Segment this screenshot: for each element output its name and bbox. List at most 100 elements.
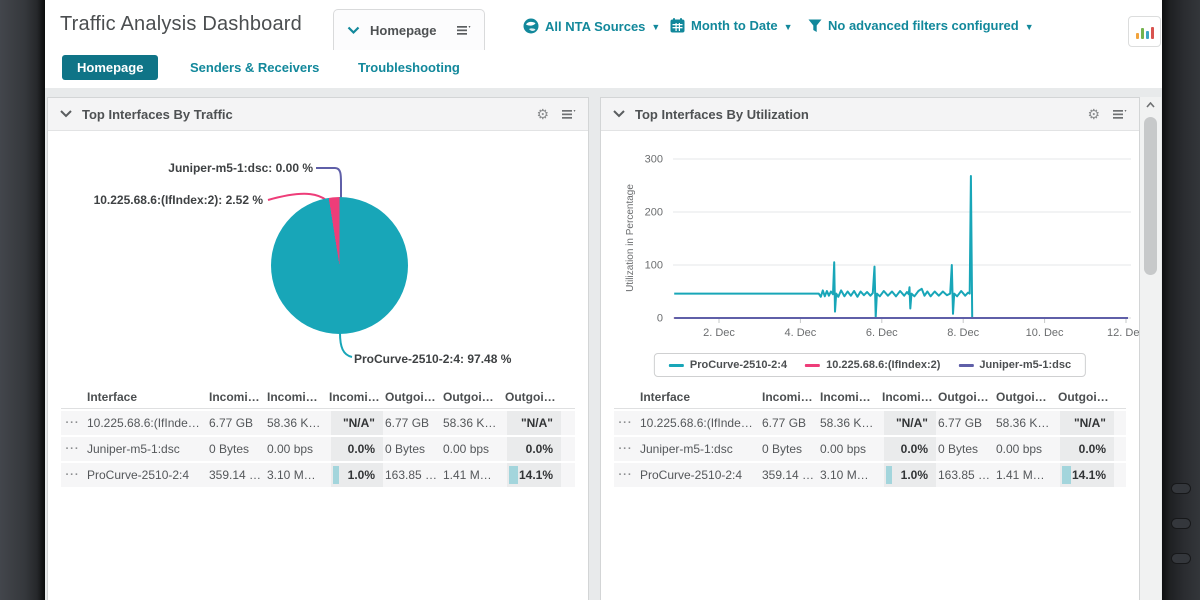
value-cell: 3.10 M… xyxy=(267,468,329,482)
scrollbar-up-arrow[interactable] xyxy=(1140,97,1161,113)
value-cell: 0 Bytes xyxy=(385,442,443,456)
vertical-scrollbar[interactable] xyxy=(1140,97,1161,600)
percent-cell: 1.0% xyxy=(331,463,383,487)
svg-text:12. Dec: 12. Dec xyxy=(1107,327,1139,339)
value-cell: 1.41 M… xyxy=(996,468,1058,482)
value-cell: 359.14 … xyxy=(209,468,267,482)
svg-text:300: 300 xyxy=(645,154,663,166)
filter-funnel-icon xyxy=(808,19,822,33)
advanced-filters-dropdown[interactable]: No advanced filters configured ▼ xyxy=(808,18,1034,33)
table-header-cell: Incomi… xyxy=(209,390,267,404)
table-header-cell: Incomi… xyxy=(762,390,820,404)
list-menu-icon[interactable] xyxy=(562,108,576,120)
time-period-dropdown[interactable]: Month to Date ▼ xyxy=(670,18,793,33)
app-screen: Traffic Analysis Dashboard Homepage All … xyxy=(45,0,1162,600)
gear-icon[interactable]: ⚙ xyxy=(1087,107,1100,121)
row-menu-icon[interactable]: ··· xyxy=(614,469,640,481)
tab-senders-receivers[interactable]: Senders & Receivers xyxy=(190,55,319,80)
bezel-button xyxy=(1171,553,1191,564)
interface-name-cell: 10.225.68.6:(IfInde… xyxy=(640,416,762,430)
value-cell: 0 Bytes xyxy=(209,442,267,456)
svg-text:0: 0 xyxy=(657,313,663,325)
percent-cell: "N/A" xyxy=(331,411,383,435)
value-cell: 58.36 K… xyxy=(996,416,1058,430)
legend-label: 10.225.68.6:(IfIndex:2) xyxy=(826,359,940,371)
nta-sources-dropdown[interactable]: All NTA Sources ▼ xyxy=(523,18,660,34)
table-header-cell: Incomi… xyxy=(329,390,385,404)
legend-item[interactable]: Juniper-m5-1:dsc xyxy=(958,359,1071,371)
table-header-cell: Incomi… xyxy=(267,390,329,404)
bezel-button xyxy=(1171,518,1191,529)
value-cell: 0.00 bps xyxy=(443,442,505,456)
percent-bar xyxy=(333,466,339,484)
value-cell: 163.85 … xyxy=(938,468,996,482)
calendar-icon xyxy=(670,18,685,33)
table-header-cell: Interface xyxy=(640,390,762,404)
legend-label: ProCurve-2510-2:4 xyxy=(690,359,787,371)
view-tab-label: Homepage xyxy=(370,23,447,38)
panel-top-interfaces-by-traffic: Top Interfaces By Traffic ⚙ xyxy=(47,97,589,600)
utilization-line-chart: Utilization in Percentage01002003002. De… xyxy=(601,131,1139,351)
percent-cell: 1.0% xyxy=(884,463,936,487)
table-row: ···Juniper-m5-1:dsc0 Bytes0.00 bps0.0%0 … xyxy=(61,437,575,461)
table-row: ···ProCurve-2510-2:4359.14 …3.10 M…1.0%1… xyxy=(61,463,575,487)
page-title: Traffic Analysis Dashboard xyxy=(60,13,302,36)
table-header-cell: Outgoi… xyxy=(505,390,563,404)
table-header-cell: Incomi… xyxy=(882,390,938,404)
row-menu-icon[interactable]: ··· xyxy=(614,417,640,429)
row-menu-icon[interactable]: ··· xyxy=(61,443,87,455)
chart-legend: ProCurve-2510-2:4 10.225.68.6:(IfIndex:2)… xyxy=(654,353,1086,377)
panel-header: Top Interfaces By Traffic ⚙ xyxy=(48,98,588,131)
caret-down-icon: ▼ xyxy=(651,22,660,32)
tab-troubleshooting[interactable]: Troubleshooting xyxy=(358,55,460,80)
line-chart-area: Utilization in Percentage01002003002. De… xyxy=(601,131,1139,385)
value-cell: 3.10 M… xyxy=(820,468,882,482)
value-cell: 163.85 … xyxy=(385,468,443,482)
pie-label-ip: 10.225.68.6:(IfIndex:2): 2.52 % xyxy=(58,193,263,207)
legend-swatch xyxy=(669,364,684,367)
chart-widget-button[interactable] xyxy=(1128,16,1161,47)
panel-top-interfaces-by-utilization: Top Interfaces By Utilization ⚙ Utilizat… xyxy=(600,97,1140,600)
collapse-chevron-icon[interactable] xyxy=(60,110,72,118)
time-period-label: Month to Date xyxy=(691,18,778,33)
pie-label-procurve: ProCurve-2510-2:4: 97.48 % xyxy=(354,352,511,366)
percent-cell: 14.1% xyxy=(507,463,561,487)
value-cell: 1.41 M… xyxy=(443,468,505,482)
legend-label: Juniper-m5-1:dsc xyxy=(979,359,1071,371)
row-menu-icon[interactable]: ··· xyxy=(61,417,87,429)
advanced-filters-label: No advanced filters configured xyxy=(828,18,1019,33)
row-menu-icon[interactable]: ··· xyxy=(614,443,640,455)
view-tab-homepage[interactable]: Homepage xyxy=(333,9,485,50)
scrollbar-thumb[interactable] xyxy=(1144,117,1157,275)
value-cell: 58.36 K… xyxy=(443,416,505,430)
percent-cell: 0.0% xyxy=(331,437,383,461)
legend-item[interactable]: 10.225.68.6:(IfIndex:2) xyxy=(805,359,940,371)
traffic-pie-chart[interactable] xyxy=(271,197,408,334)
panel-title: Top Interfaces By Utilization xyxy=(635,107,809,122)
gear-icon[interactable]: ⚙ xyxy=(536,107,549,121)
percent-cell: 0.0% xyxy=(507,437,561,461)
table-header-row: InterfaceIncomi…Incomi…Incomi…Outgoi…Out… xyxy=(614,385,1126,409)
svg-text:200: 200 xyxy=(645,207,663,219)
pie-chart-area: Juniper-m5-1:dsc: 0.00 % 10.225.68.6:(If… xyxy=(48,131,588,385)
collapse-chevron-icon[interactable] xyxy=(613,110,625,118)
svg-text:100: 100 xyxy=(645,260,663,272)
list-menu-icon[interactable] xyxy=(1113,108,1127,120)
tab-homepage[interactable]: Homepage xyxy=(62,55,158,80)
table-row: ···Juniper-m5-1:dsc0 Bytes0.00 bps0.0%0 … xyxy=(614,437,1126,461)
list-menu-icon[interactable] xyxy=(457,24,471,36)
nta-sources-label: All NTA Sources xyxy=(545,19,645,34)
caret-down-icon: ▼ xyxy=(784,22,793,32)
table-row: ···10.225.68.6:(IfInde…6.77 GB58.36 K…"N… xyxy=(614,411,1126,435)
row-menu-icon[interactable]: ··· xyxy=(61,469,87,481)
percent-cell: 14.1% xyxy=(1060,463,1114,487)
legend-item[interactable]: ProCurve-2510-2:4 xyxy=(669,359,787,371)
value-cell: 6.77 GB xyxy=(938,416,996,430)
bezel-left xyxy=(0,0,45,600)
interface-name-cell: ProCurve-2510-2:4 xyxy=(87,468,209,482)
mini-bar-chart-icon xyxy=(1136,33,1139,39)
interface-name-cell: Juniper-m5-1:dsc xyxy=(640,442,762,456)
value-cell: 0.00 bps xyxy=(267,442,329,456)
percent-cell: "N/A" xyxy=(507,411,561,435)
table-header-cell: Outgoi… xyxy=(1058,390,1116,404)
